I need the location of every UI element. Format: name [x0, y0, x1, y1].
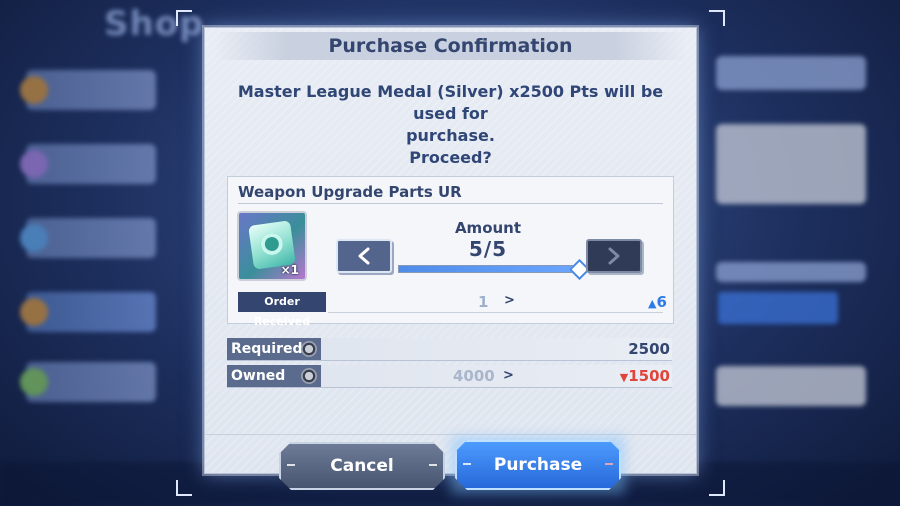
amount-slider-fill	[399, 266, 577, 272]
amount-label: Amount	[454, 219, 522, 237]
cancel-button[interactable]: Cancel	[279, 442, 445, 490]
frame-corner	[709, 480, 725, 496]
chevron-left-icon	[358, 247, 370, 265]
owned-arrow: >	[503, 368, 514, 383]
purchase-button[interactable]: Purchase	[455, 440, 621, 490]
amount-slider[interactable]	[398, 265, 578, 273]
order-max-value: 6	[656, 293, 667, 311]
medal-coin-icon	[301, 368, 317, 384]
message-line: purchase.	[406, 126, 495, 145]
order-underline	[328, 312, 663, 313]
owned-after-value: ▼1500	[620, 367, 670, 385]
required-label-text: Required	[231, 341, 303, 357]
purchase-button-label: Purchase	[493, 455, 583, 475]
background-left-item	[20, 70, 156, 110]
owned-label: Owned	[227, 365, 321, 387]
decrease-arrow-icon: ▼	[619, 371, 629, 384]
required-value: 2500	[628, 340, 670, 358]
background-left-item	[20, 362, 156, 402]
button-decoration	[605, 463, 613, 465]
item-separator	[238, 203, 663, 204]
item-name: Weapon Upgrade Parts UR	[238, 183, 462, 201]
chevron-right-icon	[608, 247, 620, 265]
background-right-card	[716, 366, 866, 406]
item-panel: Weapon Upgrade Parts UR ×1 Order Receive…	[227, 176, 674, 328]
owned-before-value: 4000	[453, 367, 495, 385]
dialog-divider	[205, 434, 696, 435]
frame-corner	[176, 480, 192, 496]
owned-after-number: 1500	[628, 367, 670, 385]
background-purchase-button	[718, 292, 838, 324]
frame-corner	[176, 10, 192, 26]
dialog-title: Purchase Confirmation	[328, 35, 573, 57]
background-left-item	[20, 218, 156, 258]
button-decoration	[429, 464, 437, 466]
background-left-item	[20, 144, 156, 184]
order-current-count: 1	[478, 293, 489, 311]
amount-value: 5/5	[468, 237, 508, 261]
background-right-card	[716, 56, 866, 90]
increase-amount-button[interactable]	[586, 239, 642, 273]
order-received-label: Order Received	[238, 292, 326, 328]
confirmation-message: Master League Medal (Silver) x2500 Pts w…	[235, 81, 666, 169]
item-quantity-badge: ×1	[280, 263, 299, 277]
background-right-card	[716, 124, 866, 204]
order-arrow: >	[504, 293, 515, 308]
message-line: Master League Medal (Silver) x2500 Pts w…	[237, 82, 664, 123]
purchase-confirmation-dialog: Purchase Confirmation Master League Meda…	[204, 27, 697, 474]
required-label: Required	[227, 338, 321, 360]
button-decoration	[287, 464, 295, 466]
medal-coin-icon	[301, 341, 317, 357]
order-max-count: ▲6	[648, 293, 667, 311]
background-left-item	[20, 292, 156, 332]
weapon-upgrade-parts-icon[interactable]: ×1	[237, 211, 307, 281]
message-line: Proceed?	[409, 148, 492, 167]
owned-row: Owned 4000 > ▼1500	[227, 365, 672, 388]
required-row: Required 2500	[227, 338, 672, 361]
dialog-title-bar: Purchase Confirmation	[215, 32, 686, 60]
cancel-button-label: Cancel	[330, 456, 394, 476]
background-right-card	[716, 262, 866, 282]
button-decoration	[463, 463, 471, 465]
frame-corner	[709, 10, 725, 26]
decrease-amount-button[interactable]	[336, 239, 392, 273]
owned-label-text: Owned	[231, 368, 286, 384]
